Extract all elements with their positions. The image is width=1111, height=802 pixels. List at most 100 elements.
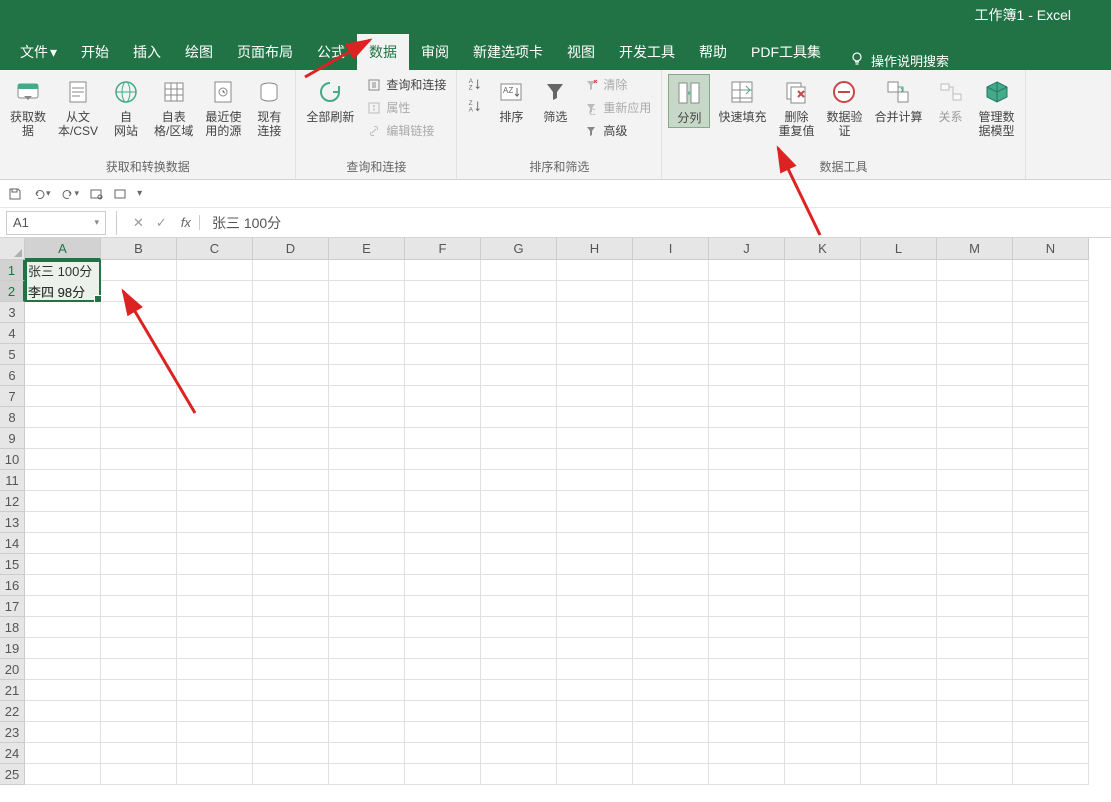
cell[interactable]: [253, 722, 329, 743]
cell[interactable]: [633, 407, 709, 428]
cell[interactable]: [633, 575, 709, 596]
cell[interactable]: [1013, 344, 1089, 365]
cell[interactable]: [1013, 281, 1089, 302]
cell[interactable]: [633, 386, 709, 407]
cell[interactable]: [329, 764, 405, 785]
cell[interactable]: [1013, 449, 1089, 470]
column-header[interactable]: H: [557, 238, 633, 260]
cell[interactable]: [101, 617, 177, 638]
customize-qat-icon[interactable]: ▾: [137, 188, 142, 199]
cell[interactable]: [481, 365, 557, 386]
tab-review[interactable]: 审阅: [409, 34, 461, 70]
from-csv-button[interactable]: 从文 本/CSV: [54, 74, 102, 141]
cell[interactable]: [557, 491, 633, 512]
cell[interactable]: [861, 659, 937, 680]
cell[interactable]: [1013, 701, 1089, 722]
cell[interactable]: [709, 407, 785, 428]
cell[interactable]: [253, 554, 329, 575]
edit-links-button[interactable]: 编辑链接: [362, 120, 450, 141]
cell[interactable]: [937, 617, 1013, 638]
cell[interactable]: [101, 407, 177, 428]
cell[interactable]: [557, 743, 633, 764]
cell[interactable]: [329, 596, 405, 617]
cell[interactable]: [633, 323, 709, 344]
consolidate-button[interactable]: 合并计算: [870, 74, 926, 126]
cell[interactable]: [785, 617, 861, 638]
cell[interactable]: [633, 638, 709, 659]
cell[interactable]: [1013, 407, 1089, 428]
cell[interactable]: [861, 512, 937, 533]
cell[interactable]: [329, 554, 405, 575]
cell[interactable]: [633, 365, 709, 386]
cell[interactable]: [709, 365, 785, 386]
cell[interactable]: [709, 260, 785, 281]
cell[interactable]: [709, 575, 785, 596]
cell[interactable]: [709, 302, 785, 323]
cell[interactable]: [633, 491, 709, 512]
filter-button[interactable]: 筛选: [535, 74, 575, 126]
cell[interactable]: [709, 659, 785, 680]
cell[interactable]: [329, 281, 405, 302]
row-header[interactable]: 20: [0, 659, 25, 680]
tab-home[interactable]: 开始: [69, 34, 121, 70]
cell[interactable]: [253, 596, 329, 617]
cell[interactable]: [557, 617, 633, 638]
cell[interactable]: [405, 365, 481, 386]
cell[interactable]: [253, 764, 329, 785]
tell-me-search[interactable]: 操作说明搜索: [871, 51, 949, 70]
row-header[interactable]: 11: [0, 470, 25, 491]
row-header[interactable]: 24: [0, 743, 25, 764]
cell[interactable]: [405, 701, 481, 722]
cell[interactable]: [557, 344, 633, 365]
cell[interactable]: [177, 365, 253, 386]
cell[interactable]: [937, 680, 1013, 701]
cell[interactable]: [1013, 659, 1089, 680]
cell[interactable]: [861, 638, 937, 659]
cell[interactable]: [177, 638, 253, 659]
cell[interactable]: [785, 701, 861, 722]
cell[interactable]: [253, 701, 329, 722]
cell[interactable]: [25, 764, 101, 785]
row-header[interactable]: 12: [0, 491, 25, 512]
cell[interactable]: [633, 743, 709, 764]
tab-developer[interactable]: 开发工具: [607, 34, 687, 70]
cell[interactable]: [1013, 743, 1089, 764]
cancel-icon[interactable]: ✕: [127, 215, 150, 231]
cell[interactable]: [329, 638, 405, 659]
cell[interactable]: [937, 470, 1013, 491]
cell[interactable]: [25, 491, 101, 512]
cell[interactable]: [709, 764, 785, 785]
column-header[interactable]: E: [329, 238, 405, 260]
row-header[interactable]: 13: [0, 512, 25, 533]
cell[interactable]: [101, 722, 177, 743]
cell[interactable]: [25, 722, 101, 743]
cell[interactable]: [1013, 617, 1089, 638]
cell[interactable]: [101, 680, 177, 701]
cell[interactable]: [785, 428, 861, 449]
cell[interactable]: [101, 743, 177, 764]
row-header[interactable]: 23: [0, 722, 25, 743]
cell[interactable]: [101, 344, 177, 365]
cell[interactable]: [861, 743, 937, 764]
qat-btn-4[interactable]: [89, 187, 103, 201]
reapply-button[interactable]: 重新应用: [579, 97, 655, 118]
cell[interactable]: [25, 302, 101, 323]
cell[interactable]: [25, 596, 101, 617]
cell[interactable]: [405, 659, 481, 680]
get-data-button[interactable]: 获取数 据: [6, 74, 50, 141]
cell[interactable]: [633, 701, 709, 722]
tab-formulas[interactable]: 公式: [305, 34, 357, 70]
cell[interactable]: [785, 407, 861, 428]
cell[interactable]: [253, 323, 329, 344]
cell[interactable]: [253, 617, 329, 638]
cell[interactable]: [861, 533, 937, 554]
cell[interactable]: [861, 470, 937, 491]
cell[interactable]: [101, 386, 177, 407]
cell[interactable]: [177, 428, 253, 449]
cell[interactable]: [405, 575, 481, 596]
cell[interactable]: [709, 449, 785, 470]
cell[interactable]: [481, 302, 557, 323]
cell[interactable]: [937, 344, 1013, 365]
cell[interactable]: [25, 701, 101, 722]
cell[interactable]: [557, 680, 633, 701]
